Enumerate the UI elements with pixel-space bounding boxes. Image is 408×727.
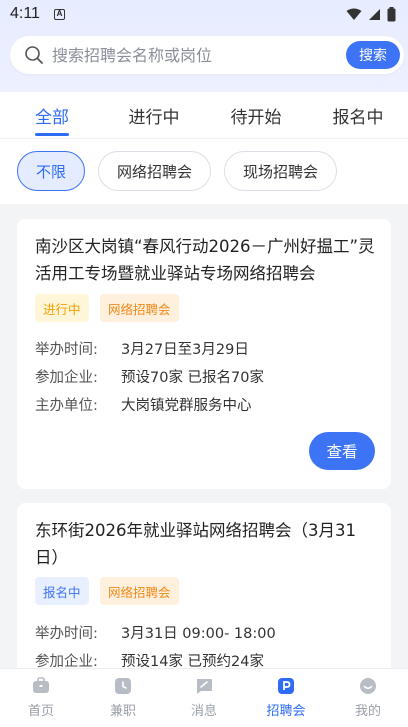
time-value: 3月31日 09:00- 18:00 (121, 626, 276, 642)
tab-in-progress-label: 进行中 (128, 107, 180, 128)
card-title: 东环街2026年就业驿站网络招聘会（3月31日） (35, 521, 356, 567)
status-bar: 4:11 A (0, 0, 408, 28)
notification-icon: A (53, 8, 65, 20)
nav-messages-label: 消息 (190, 703, 217, 719)
nav-home-label: 首页 (27, 703, 54, 719)
briefcase-icon (33, 676, 49, 693)
view-button[interactable]: 查看 (309, 432, 375, 470)
battery-icon (387, 6, 396, 21)
nav-part-time-label: 兼职 (109, 703, 136, 719)
tab-registering-label: 报名中 (332, 107, 384, 128)
tab-active-indicator (35, 133, 69, 136)
status-tag: 报名中 (35, 577, 89, 605)
filter-chip-onsite[interactable]: 现场招聘会 (224, 151, 337, 191)
info-row-companies: 参加企业: 预设70家 已报名70家 (35, 366, 264, 387)
info-row-time: 举办时间: 3月27日至3月29日 (35, 338, 249, 359)
companies-label: 参加企业: (35, 370, 98, 386)
job-fair-icon (278, 677, 294, 694)
tab-registering[interactable]: 报名中 (328, 92, 388, 138)
bottom-nav: 首页 兼职 消息 招聘会 我的 (0, 668, 408, 727)
tab-all[interactable]: 全部 (30, 92, 74, 138)
card-title: 南沙区大岗镇“春风行动2026－广州好揾工”灵活用工专场暨就业驿站专场网络招聘会 (35, 237, 375, 283)
nav-part-time[interactable]: 兼职 (93, 669, 153, 725)
nav-home[interactable]: 首页 (11, 669, 71, 725)
profile-icon (360, 677, 376, 694)
message-icon (197, 678, 212, 694)
companies-value: 预设70家 已报名70家 (121, 370, 265, 386)
nav-job-fair-label: 招聘会 (266, 703, 306, 719)
nav-job-fair[interactable]: 招聘会 (256, 669, 316, 725)
status-icons (346, 6, 396, 22)
info-row-organizer: 主办单位: 大岗镇党群服务中心 (35, 394, 252, 415)
search-icon (25, 46, 43, 64)
time-label: 举办时间: (35, 342, 98, 358)
status-time: 4:11 (10, 5, 40, 22)
search-button[interactable]: 搜索 (346, 41, 400, 69)
nav-profile[interactable]: 我的 (338, 669, 398, 725)
organizer-label: 主办单位: (35, 398, 98, 414)
status-tag: 进行中 (35, 294, 89, 322)
filter-bar: 不限 网络招聘会 现场招聘会 (0, 138, 408, 204)
search-bar: 搜索 (10, 36, 404, 74)
filter-chip-all[interactable]: 不限 (17, 151, 85, 191)
type-tag: 网络招聘会 (100, 577, 179, 605)
time-label: 举办时间: (35, 626, 98, 642)
status-tabs: 全部 进行中 待开始 报名中 (0, 92, 408, 138)
job-fair-card[interactable]: 东环街2026年就业驿站网络招聘会（3月31日） 报名中 网络招聘会 举办时间:… (17, 503, 391, 678)
wifi-icon (346, 8, 362, 20)
job-fair-card[interactable]: 南沙区大岗镇“春风行动2026－广州好揾工”灵活用工专场暨就业驿站专场网络招聘会… (17, 219, 391, 489)
info-row-time: 举办时间: 3月31日 09:00- 18:00 (35, 622, 276, 643)
signal-icon (369, 8, 380, 20)
clock-icon (115, 677, 131, 694)
organizer-value: 大岗镇党群服务中心 (121, 398, 252, 414)
filter-chip-online[interactable]: 网络招聘会 (98, 151, 211, 191)
tab-upcoming-label: 待开始 (230, 107, 282, 128)
nav-messages[interactable]: 消息 (174, 669, 234, 725)
tab-all-label: 全部 (35, 107, 69, 128)
tab-in-progress[interactable]: 进行中 (124, 92, 184, 138)
type-tag: 网络招聘会 (100, 294, 179, 322)
tab-upcoming[interactable]: 待开始 (226, 92, 286, 138)
nav-profile-label: 我的 (354, 703, 381, 719)
time-value: 3月27日至3月29日 (121, 342, 249, 358)
